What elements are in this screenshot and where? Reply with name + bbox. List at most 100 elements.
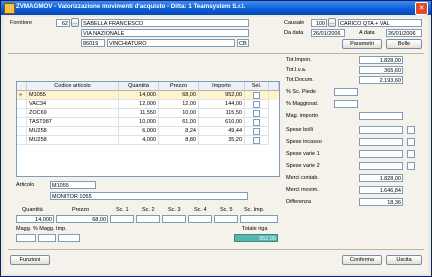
row-price[interactable]: 8,80 [159,136,199,145]
mag-importo-field[interactable] [359,112,403,120]
magg-pct-field[interactable] [16,234,36,242]
form-body: Fornitore 62 … SABELLA FRANCESCO VIA NAZ… [4,17,428,274]
address-field[interactable]: VIA NAZIONALE [81,29,249,37]
spese-varie2-field[interactable] [359,162,403,170]
a-data-label: A data [359,30,375,36]
row-code[interactable]: TAST987 [27,118,119,127]
uscita-button[interactable]: Uscita [386,255,422,265]
detail-header-price: Prezzo [72,207,90,213]
spese-bolli-field[interactable] [359,126,403,134]
spese-incasso-field[interactable] [359,138,403,146]
detail-qty-field[interactable]: 14,000 [16,215,54,223]
row-code[interactable]: MU258 [27,127,119,136]
row-sel-cell [245,91,269,100]
row-sel-checkbox[interactable] [253,92,260,99]
detail-scimp-field[interactable] [240,215,278,223]
spese-varie2-label: Spese varie 2 [286,163,320,169]
causale-lookup-button[interactable]: … [328,18,336,27]
title-bar[interactable]: ZVMAGMOV - Valorizzazione movimenti d'ac… [1,1,431,15]
movements-grid[interactable]: Codice articolo Quantità Prezzo Importo … [16,81,280,177]
city-field[interactable]: VINCHIATURO [107,39,235,47]
grid-header-amount[interactable]: Importo [199,82,245,91]
grid-header-qty[interactable]: Quantità [119,82,159,91]
grid-header-code[interactable]: Codice articolo [27,82,119,91]
row-amount[interactable]: 35,20 [199,136,245,145]
close-icon: ✕ [418,5,425,12]
detail-sc1-field[interactable] [110,215,134,223]
fornitore-lookup-button[interactable]: … [71,18,79,27]
table-row[interactable]: MU258 6,000 8,24 49,44 [17,127,279,136]
funzioni-button[interactable]: Funzioni [10,255,50,265]
cap-field[interactable]: 86019 [81,39,105,47]
row-amount[interactable]: 144,00 [199,100,245,109]
row-qty[interactable]: 10,000 [119,118,159,127]
spese-varie2-flag[interactable] [407,162,415,170]
row-code[interactable]: M1055 [27,91,119,100]
table-row[interactable]: TAST987 10,000 61,00 610,00 [17,118,279,127]
row-qty[interactable]: 14,000 [119,91,159,100]
row-amount[interactable]: 115,50 [199,109,245,118]
table-row[interactable]: VAC34 12,000 12,00 144,00 [17,100,279,109]
row-amount[interactable]: 49,44 [199,127,245,136]
da-data-label: Da data [284,30,304,36]
grid-header-sel[interactable]: Sel. [245,82,269,91]
row-code[interactable]: ZOC69 [27,109,119,118]
row-price[interactable]: 61,00 [159,118,199,127]
close-button[interactable]: ✕ [415,2,428,15]
article-code-field[interactable]: M1055 [50,181,96,189]
spese-incasso-flag[interactable] [407,138,415,146]
magg-pct2-field[interactable] [38,234,56,242]
row-qty[interactable]: 4,000 [119,136,159,145]
row-sel-checkbox[interactable] [253,119,260,126]
row-sel-cell [245,127,269,136]
merci-contab-field: 1.828,00 [359,174,403,182]
row-sel-checkbox[interactable] [253,137,260,144]
parametri-button[interactable]: Parametri [342,39,382,49]
maggiorat-field[interactable] [334,100,358,108]
bolle-button[interactable]: Bolle [386,39,422,49]
detail-sc2-field[interactable] [136,215,160,223]
grid-header-price[interactable]: Prezzo [159,82,199,91]
differenza-field: 18,36 [359,198,403,206]
row-price[interactable]: 8,24 [159,127,199,136]
detail-price-field[interactable]: 68,00 [56,215,108,223]
table-row[interactable]: » M1055 14,000 68,00 952,00 [17,91,279,100]
spese-bolli-flag[interactable] [407,126,415,134]
tot-impon-field: 1.828,00 [359,56,403,64]
detail-sc5-field[interactable] [214,215,238,223]
province-field[interactable]: CB [237,39,249,47]
row-code[interactable]: VAC34 [27,100,119,109]
row-amount[interactable]: 952,00 [199,91,245,100]
row-sel-checkbox[interactable] [253,110,260,117]
conferma-button[interactable]: Conferma [342,255,382,265]
fornitore-name-field[interactable]: SABELLA FRANCESCO [81,19,249,27]
row-amount[interactable]: 610,00 [199,118,245,127]
causale-code-field[interactable]: 100 [311,19,327,27]
spese-varie1-field[interactable] [359,150,403,158]
fornitore-code-field[interactable]: 62 [56,19,70,27]
row-code[interactable]: MU258 [27,136,119,145]
row-qty[interactable]: 11,550 [119,109,159,118]
row-qty[interactable]: 6,000 [119,127,159,136]
sc-piede-label: % Sc. Piede [286,89,316,95]
row-price[interactable]: 10,00 [159,109,199,118]
row-sel-checkbox[interactable] [253,101,260,108]
tot-iva-label: Tot.I.v.a. [286,67,307,73]
table-row[interactable]: ZOC69 11,550 10,00 115,50 [17,109,279,118]
spese-varie1-flag[interactable] [407,150,415,158]
magg-imp-field[interactable] [58,234,80,242]
a-data-field[interactable]: 26/01/2006 [386,29,422,37]
sc-piede-field[interactable] [334,88,358,96]
table-row[interactable]: MU258 4,000 8,80 35,20 [17,136,279,145]
detail-sc4-field[interactable] [188,215,212,223]
row-sel-checkbox[interactable] [253,128,260,135]
article-description-field[interactable]: MONITOR 1055 [50,192,248,200]
maggiorat-label: % Maggiorat. [286,101,319,107]
da-data-field[interactable]: 26/01/2006 [311,29,345,37]
row-qty[interactable]: 12,000 [119,100,159,109]
row-price[interactable]: 68,00 [159,91,199,100]
magg-label: Magg. % Magg. Imp. [16,226,67,232]
causale-desc-field[interactable]: CARICO QTA + VAL [338,19,422,27]
detail-sc3-field[interactable] [162,215,186,223]
row-price[interactable]: 12,00 [159,100,199,109]
